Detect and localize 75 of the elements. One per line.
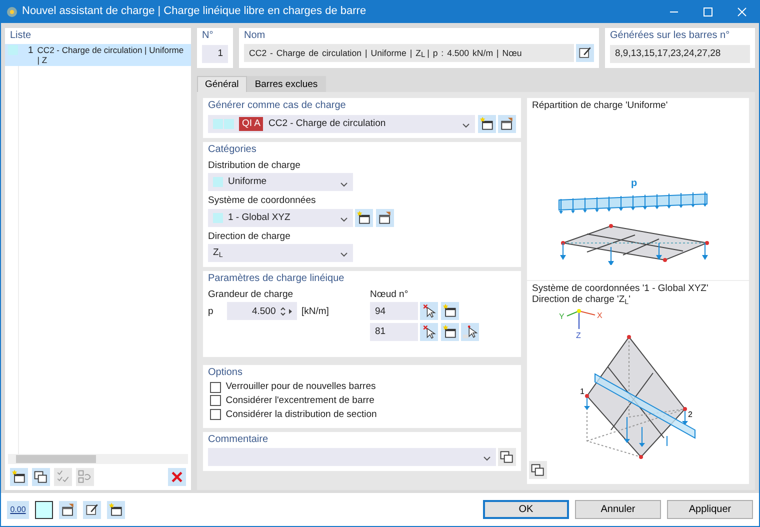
- new-item-icon[interactable]: [478, 114, 496, 133]
- spin-arrows-icon[interactable]: [280, 306, 293, 318]
- checkbox[interactable]: [210, 409, 221, 420]
- name-label: Nom: [244, 30, 266, 42]
- list-title: Liste: [9, 29, 32, 43]
- rename-icon[interactable]: [576, 44, 594, 62]
- new-item-icon[interactable]: [355, 208, 374, 227]
- pointer-icon[interactable]: [420, 302, 438, 320]
- field-label: Direction de charge: [208, 230, 292, 244]
- number-field[interactable]: 1: [202, 45, 228, 63]
- section-title: Générer comme cas de charge: [208, 100, 347, 112]
- caret-icon: [340, 214, 348, 221]
- field-label: Grandeur de charge: [208, 288, 294, 302]
- dialog-button[interactable]: Appliquer: [667, 500, 753, 519]
- node-field[interactable]: 94: [370, 302, 418, 320]
- copy-icon[interactable]: [498, 448, 516, 466]
- node-label: 1: [580, 386, 584, 396]
- symbol-label: p: [208, 306, 214, 318]
- list-item[interactable]: 1 CC2 - Charge de circulation | Uniforme | Z: [5, 44, 191, 66]
- app-icon: [6, 6, 18, 18]
- pointer-icon[interactable]: [461, 322, 480, 341]
- axis-label: Y: [559, 312, 564, 321]
- caret-icon: [482, 454, 491, 460]
- preview-title: Répartition de charge 'Uniforme': [531, 99, 669, 114]
- generated-label: Générées sur les barres n°: [610, 30, 731, 42]
- node-field[interactable]: 81: [370, 322, 418, 341]
- dialog-button[interactable]: OK: [483, 500, 569, 519]
- tab[interactable]: Général: [197, 76, 247, 92]
- axis-label: Z: [576, 330, 581, 340]
- checkbox[interactable]: [210, 395, 221, 406]
- category-badge: QI A: [239, 116, 264, 131]
- edit-item-icon[interactable]: [498, 114, 516, 133]
- color-swatch-button[interactable]: [35, 500, 53, 518]
- name-field[interactable]: CC2 - Charge de circulation | Uniforme | Z$_{L}$ | p : 4.500 kN/m | Nœu: [244, 44, 574, 62]
- section-title: Options: [208, 366, 244, 379]
- pointer-icon[interactable]: [420, 322, 438, 341]
- dropdown[interactable]: 1 - Global XYZ: [208, 208, 353, 227]
- axes-drawing: [566, 308, 596, 330]
- field-label: Système de coordonnées: [208, 194, 317, 208]
- edit-item-icon[interactable]: [376, 208, 394, 227]
- caret-icon: [462, 120, 470, 127]
- node-label: 2: [688, 410, 692, 419]
- unit-label: [kN/m]: [302, 306, 329, 318]
- field-label: Distribution de charge: [208, 158, 302, 173]
- section-title: Commentaire: [208, 434, 270, 446]
- window-title: Nouvel assistant de charge | Charge linéique libre en charges de barre: [21, 5, 368, 19]
- comment-field[interactable]: [208, 448, 496, 466]
- checkbox-label: Verrouiller pour de nouvelles barres: [226, 381, 376, 393]
- caret-icon: [340, 250, 348, 256]
- new-item-icon[interactable]: [10, 468, 28, 486]
- check-list-icon[interactable]: [54, 468, 72, 486]
- copy-icon[interactable]: [32, 468, 50, 486]
- tab[interactable]: Barres exclues: [246, 76, 326, 92]
- uncheck-list-icon[interactable]: [76, 468, 94, 486]
- axis-label: X: [597, 310, 602, 320]
- section-title: Catégories: [208, 144, 258, 156]
- dropdown[interactable]: Z$_{L}$: [208, 244, 353, 262]
- decimal-places-button[interactable]: 0.00: [7, 500, 29, 518]
- dropdown[interactable]: Uniforme: [208, 173, 353, 192]
- checkbox[interactable]: [210, 382, 221, 392]
- checkbox-label: Considérer l'excentrement de barre: [226, 395, 374, 406]
- load-symbol: p: [631, 178, 638, 190]
- generated-field: 8,9,13,15,17,23,24,27,28: [610, 45, 750, 63]
- delete-icon[interactable]: [168, 468, 186, 486]
- preview-title: Système de coordonnées '1 - Global XYZ' Direction de charge 'Z$_{L}$': [531, 282, 710, 308]
- section-title: Paramètres de charge linéique: [208, 272, 346, 285]
- new-item-icon[interactable]: [440, 302, 459, 320]
- load-case-dropdown[interactable]: QI A CC2 - Charge de circulation: [208, 114, 476, 133]
- new-item-icon[interactable]: [440, 322, 459, 341]
- dialog-button[interactable]: Annuler: [575, 500, 661, 519]
- field-label: Nœud n°: [370, 288, 410, 302]
- magnitude-field[interactable]: 4.500: [226, 302, 297, 320]
- number-label: N°: [202, 30, 214, 42]
- horizontal-scrollbar[interactable]: [8, 454, 188, 464]
- checkbox-label: Considérer la distribution de section: [226, 408, 377, 420]
